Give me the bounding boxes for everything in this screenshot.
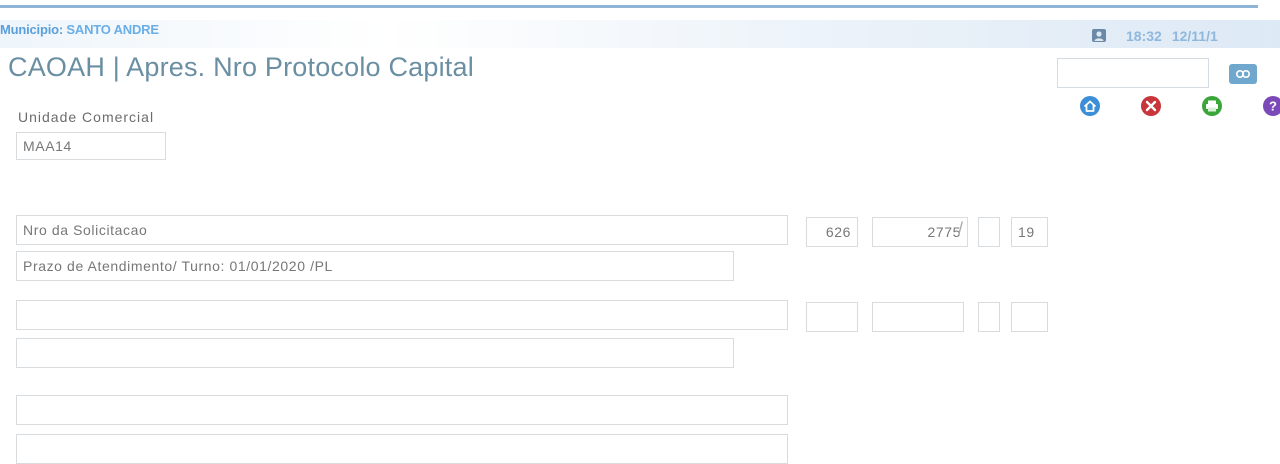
clock-time: 18:32: [1126, 28, 1162, 44]
solicitacao-number-field[interactable]: [872, 217, 968, 247]
quick-search-button[interactable]: [1229, 64, 1257, 84]
second-sub-field[interactable]: [978, 302, 1000, 332]
svg-text:?: ?: [1269, 99, 1277, 114]
search-icon: [1235, 69, 1251, 79]
quick-search-input[interactable]: [1057, 58, 1209, 88]
solicitacao-sub-field[interactable]: [978, 217, 1000, 247]
user-icon[interactable]: [1092, 29, 1106, 42]
unidade-comercial-field[interactable]: [16, 132, 166, 160]
clock-display: 18:32 12/11/1: [1126, 28, 1228, 44]
print-icon[interactable]: [1201, 95, 1223, 117]
solicitacao-separator: /: [958, 219, 964, 239]
help-icon[interactable]: ?: [1262, 95, 1280, 117]
unidade-comercial-label: Unidade Comercial: [18, 109, 155, 125]
top-border-line: [0, 5, 1258, 8]
extra-field-1[interactable]: [16, 395, 788, 425]
solicitacao-description-field[interactable]: [16, 215, 788, 245]
second-code-field[interactable]: [806, 302, 858, 332]
municipio-label: Municipio:: [0, 22, 63, 37]
home-icon[interactable]: [1079, 95, 1101, 117]
municipio-indicator: Municipio: SANTO ANDRE: [0, 22, 159, 37]
extra-field-2[interactable]: [16, 434, 788, 464]
solicitacao-code-field[interactable]: [806, 217, 858, 247]
solicitacao-year-field[interactable]: [1011, 217, 1048, 247]
second-year-field[interactable]: [1011, 302, 1048, 332]
page-title: CAOAH | Apres. Nro Protocolo Capital: [8, 52, 474, 82]
prazo-atendimento-field[interactable]: [16, 251, 734, 281]
second-description-field[interactable]: [16, 300, 788, 330]
second-number-field[interactable]: [872, 302, 964, 332]
clock-date: 12/11/1: [1171, 28, 1218, 44]
close-icon[interactable]: [1140, 95, 1162, 117]
second-prazo-field[interactable]: [16, 338, 734, 368]
municipio-value: SANTO ANDRE: [66, 22, 159, 37]
header-bar: [0, 20, 1280, 48]
